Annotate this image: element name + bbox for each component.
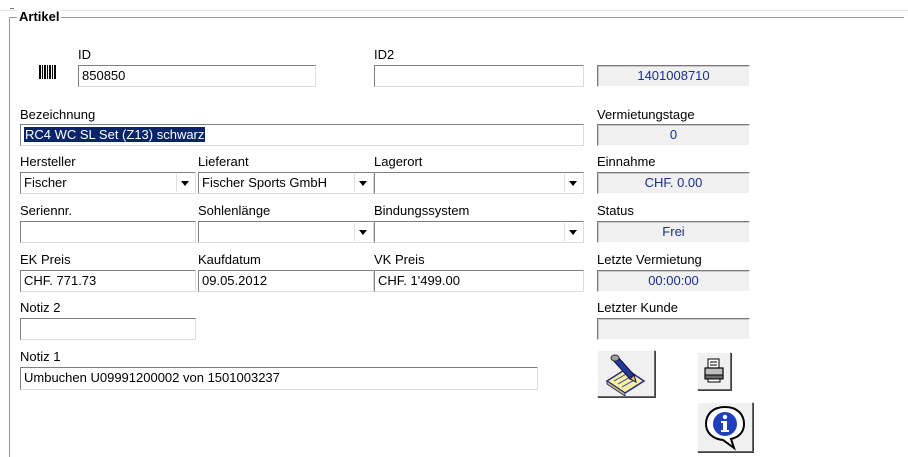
- hersteller-select[interactable]: Fischer: [20, 172, 196, 194]
- bezeichnung-label: Bezeichnung: [20, 107, 96, 122]
- sohlenlaenge-select[interactable]: [198, 221, 374, 243]
- kaufdatum-input[interactable]: 09.05.2012: [198, 270, 374, 292]
- seriennr-label: Seriennr.: [20, 203, 73, 218]
- bindungssystem-label: Bindungssystem: [374, 203, 470, 218]
- status-label: Status: [597, 203, 634, 218]
- letzte-vermietung-readonly: 00:00:00: [597, 270, 750, 292]
- edit-button[interactable]: [597, 350, 655, 397]
- vermietungstage-label: Vermietungstage: [597, 107, 695, 122]
- letzter-kunde-label: Letzter Kunde: [597, 300, 678, 315]
- lieferant-value: Fischer Sports GmbH: [202, 175, 327, 190]
- sohlenlaenge-label: Sohlenlänge: [198, 203, 271, 218]
- hersteller-label: Hersteller: [20, 154, 76, 169]
- chevron-down-icon[interactable]: [564, 223, 582, 241]
- notiz2-input[interactable]: [20, 318, 196, 340]
- letzte-vermietung-label: Letzte Vermietung: [597, 252, 702, 267]
- bindungssystem-select[interactable]: [374, 221, 584, 243]
- chevron-down-icon[interactable]: [176, 174, 194, 192]
- info-icon: [704, 405, 746, 451]
- einnahme-readonly: CHF. 0.00: [597, 172, 750, 194]
- id-label: ID: [78, 47, 91, 62]
- hersteller-value: Fischer: [24, 175, 67, 190]
- info-button[interactable]: [697, 402, 753, 452]
- print-button[interactable]: [697, 352, 731, 390]
- ek-preis-input[interactable]: CHF. 771.73: [20, 270, 196, 292]
- vermietungstage-readonly: 0: [597, 124, 750, 146]
- chevron-down-icon[interactable]: [354, 223, 372, 241]
- bezeichnung-selected-text: RC4 WC SL Set (Z13) schwarz: [24, 127, 206, 142]
- letzter-kunde-readonly: [597, 318, 750, 340]
- kaufdatum-label: Kaufdatum: [198, 252, 261, 267]
- chevron-down-icon[interactable]: [564, 174, 582, 192]
- lieferant-label: Lieferant: [198, 154, 249, 169]
- barcode-icon: [39, 65, 57, 79]
- notiz1-input[interactable]: Umbuchen U09991200002 von 1501003237: [20, 367, 538, 390]
- notepad-pen-icon: [605, 354, 646, 397]
- printer-icon: [704, 358, 724, 383]
- id-input[interactable]: 850850: [78, 65, 316, 87]
- id2-input[interactable]: [374, 65, 584, 87]
- notiz2-label: Notiz 2: [20, 300, 61, 315]
- einnahme-label: Einnahme: [597, 154, 656, 169]
- seriennr-input[interactable]: [20, 221, 196, 243]
- lieferant-select[interactable]: Fischer Sports GmbH: [198, 172, 374, 194]
- top-divider-tick: [10, 8, 14, 12]
- vk-preis-input[interactable]: CHF. 1'499.00: [374, 270, 584, 292]
- status-readonly: Frei: [597, 221, 750, 243]
- vk-preis-label: VK Preis: [374, 252, 425, 267]
- id2-label: ID2: [374, 47, 395, 62]
- id3-readonly: 1401008710: [597, 65, 750, 87]
- top-divider: [0, 10, 908, 11]
- group-title: Artikel: [17, 9, 62, 24]
- lagerort-select[interactable]: [374, 172, 584, 194]
- notiz1-label: Notiz 1: [20, 349, 61, 364]
- lagerort-label: Lagerort: [374, 154, 423, 169]
- bezeichnung-input[interactable]: RC4 WC SL Set (Z13) schwarz: [20, 124, 584, 146]
- chevron-down-icon[interactable]: [354, 174, 372, 192]
- ek-preis-label: EK Preis: [20, 252, 71, 267]
